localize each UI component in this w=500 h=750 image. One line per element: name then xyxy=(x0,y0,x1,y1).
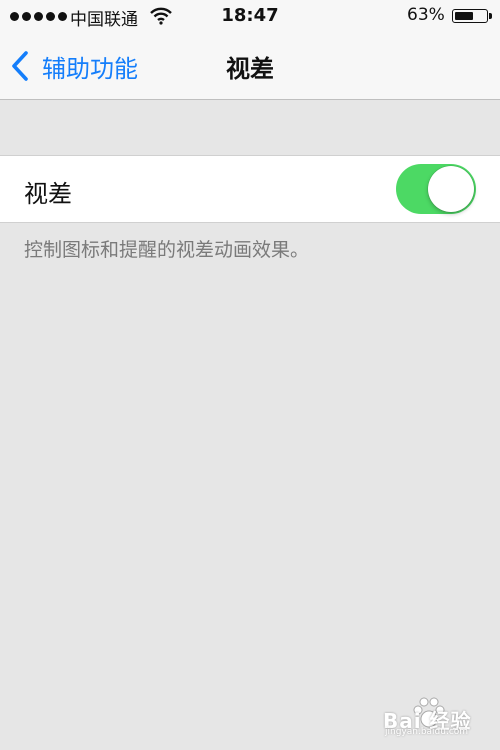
battery-icon xyxy=(452,9,492,23)
battery-percent: 63% xyxy=(407,5,445,25)
navigation-bar: 辅助功能 视差 xyxy=(0,34,500,100)
setting-description: 控制图标和提醒的视差动画效果。 xyxy=(24,239,310,261)
toggle-knob xyxy=(428,166,474,212)
page-title: 视差 xyxy=(226,55,274,83)
status-bar: 中国联通 18:47 63% xyxy=(0,0,500,34)
parallax-setting-row: 视差 xyxy=(0,155,500,223)
baidu-jingyan-watermark: Bai 经验 jingyan.baidu.com xyxy=(383,695,493,737)
watermark-url: jingyan.baidu.com xyxy=(385,727,469,737)
setting-label: 视差 xyxy=(24,180,72,208)
parallax-toggle[interactable] xyxy=(396,164,476,214)
